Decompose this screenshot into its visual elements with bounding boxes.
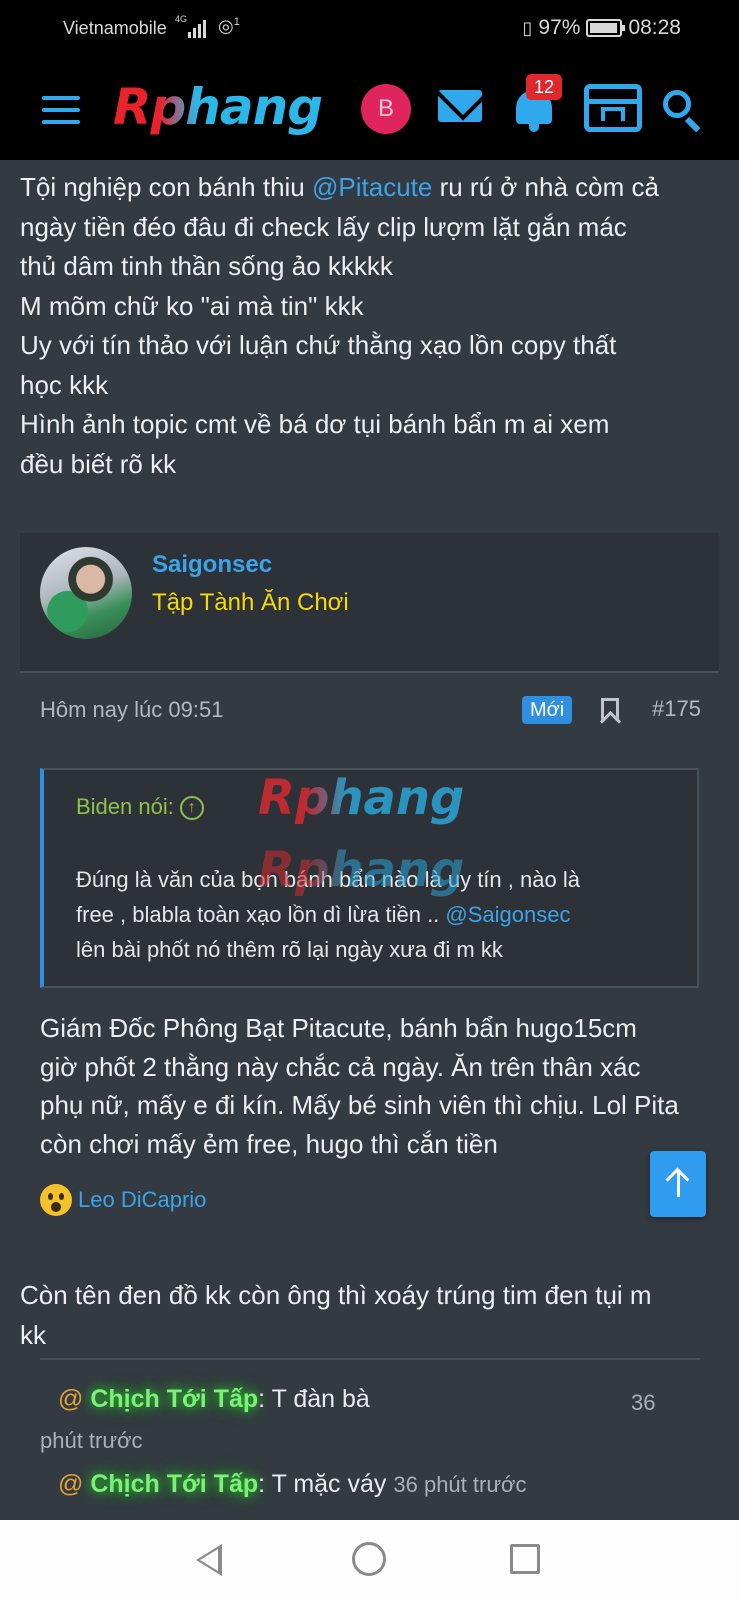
chat-time: 36 [631, 1390, 656, 1415]
menu-icon[interactable] [42, 96, 80, 124]
battery-icon [586, 19, 626, 37]
new-badge: Mới [522, 696, 573, 724]
site-logo[interactable]: Rphang [113, 78, 323, 136]
wifi-icon: ◎1 [218, 16, 240, 36]
post-line: Uy với tín thảo với luận chứ thằng xạo l… [20, 330, 617, 360]
clock: 08:28 [628, 16, 681, 39]
scroll-to-top-button[interactable] [650, 1151, 706, 1217]
vibrate-icon: ▯ [522, 17, 533, 38]
store-icon[interactable] [584, 84, 642, 132]
mail-icon[interactable] [438, 90, 482, 122]
post-line: học kkk [20, 369, 109, 400]
status-bar: Vietnamobile 4G ◎1 ▯ 97% 08:28 [0, 0, 739, 62]
user-avatar[interactable]: B [361, 84, 411, 134]
author-card: Saigonsec Tập Tành Ăn Chơi [20, 533, 719, 673]
arrow-up-circle-icon[interactable]: ↑ [179, 796, 204, 821]
back-icon[interactable] [196, 1544, 222, 1576]
signal-icon [188, 18, 206, 38]
notification-badge: 12 [526, 74, 562, 100]
chat-text: : T đàn bà [258, 1385, 370, 1413]
quote-header[interactable]: Biden nói: ↑ [76, 794, 204, 821]
author-title: Tập Tành Ăn Chơi [152, 589, 349, 616]
post-line: Hình ảnh topic cmt về bá dơ tụi bánh bẩn… [20, 409, 610, 439]
reply-body: Giám Đốc Phông Bạt Pitacute, bánh bẩn hu… [40, 1013, 679, 1159]
post-line: đều biết rõ kk [20, 448, 177, 479]
recent-apps-icon[interactable] [510, 1544, 540, 1574]
mention-link[interactable]: @Saigonsec [445, 902, 570, 927]
chat-time: phút trước [40, 1428, 143, 1453]
system-navigation-bar [0, 1520, 739, 1600]
chat-message: @ Chịch Tới Tấp: T mặc váy 36 phút trước [58, 1470, 527, 1498]
search-icon[interactable] [663, 90, 703, 133]
reaction-summary[interactable]: Leo DiCaprio [40, 1183, 206, 1217]
author-name[interactable]: Saigonsec [152, 551, 272, 579]
carrier-name: Vietnamobile [63, 18, 167, 38]
post-line: ngày tiền đéo đâu đi check lấy clip lượm… [20, 211, 627, 242]
post-body: Tội nghiệp con bánh thiu @Pitacute ru rú… [20, 168, 720, 484]
post-number[interactable]: #175 [652, 696, 701, 722]
bookmark-icon[interactable] [601, 698, 619, 722]
mention-link[interactable]: @Pitacute [312, 172, 432, 202]
network-type: 4G [175, 14, 188, 24]
chat-username[interactable]: Chịch Tới Tấp [90, 1470, 258, 1498]
top-navigation: Rphang B 12 [0, 62, 739, 160]
watermark-logo: Rphang [258, 770, 465, 826]
post-time[interactable]: Hôm nay lúc 09:51 [40, 697, 223, 723]
wow-emoji-icon [40, 1184, 72, 1216]
quote-author: Biden nói: [76, 794, 174, 819]
post-line: thủ dâm tinh thần sống ảo kkkkk [20, 251, 393, 281]
chat-message: @ Chịch Tới Tấp: T đàn bà [58, 1385, 370, 1413]
battery-percent: 97% [538, 16, 581, 39]
comment-body: Còn tên đen đồ kk còn ông thì xoáy trúng… [20, 1280, 652, 1350]
reaction-user[interactable]: Leo DiCaprio [78, 1187, 206, 1213]
chat-text: : T mặc váy [258, 1470, 387, 1498]
wifi-count: 1 [233, 16, 240, 28]
chat-username[interactable]: Chịch Tới Tấp [90, 1385, 258, 1413]
divider [40, 1358, 700, 1360]
notifications-button[interactable]: 12 [512, 74, 562, 132]
arrow-up-icon [677, 1171, 680, 1197]
watermark-logo: Rphang [258, 842, 465, 898]
home-icon[interactable] [352, 1542, 386, 1576]
author-avatar[interactable] [40, 547, 132, 639]
post-line: Tội nghiệp con bánh thiu @Pitacute ru rú… [20, 172, 659, 202]
chat-time: 36 phút trước [393, 1472, 527, 1497]
post-meta: Hôm nay lúc 09:51 Mới #175 [40, 693, 701, 727]
status-right: ▯ 97% 08:28 [523, 16, 682, 40]
post-line: M mõm chữ ko "ai mà tin" kkk [20, 290, 364, 321]
